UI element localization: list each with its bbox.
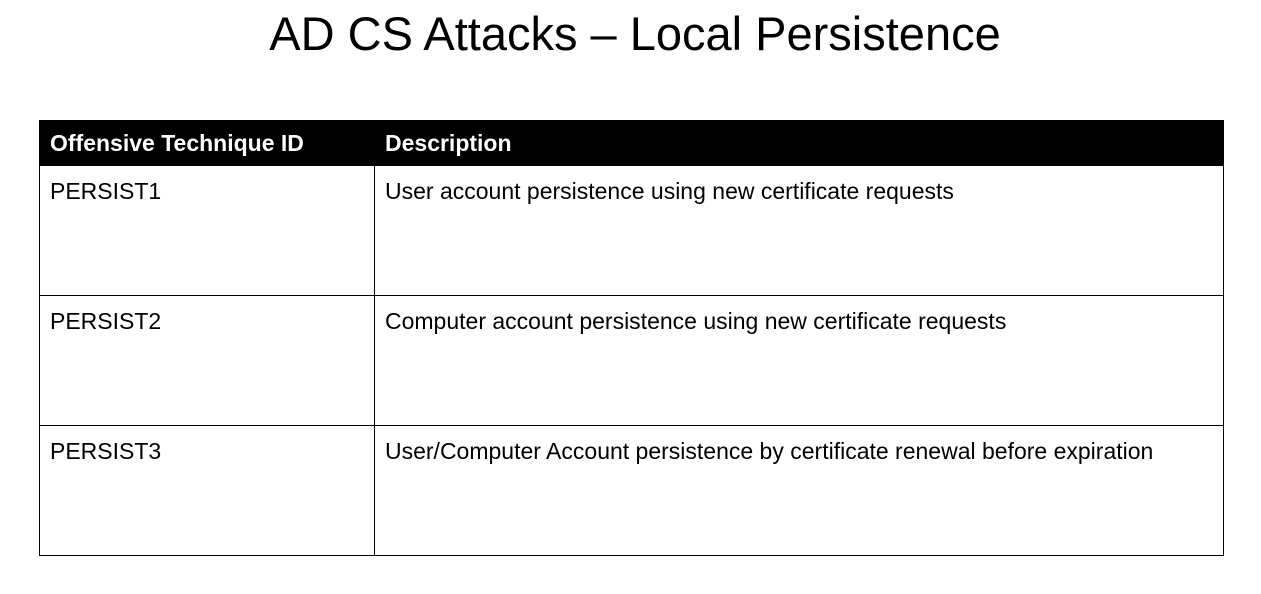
description-cell: User/Computer Account persistence by cer… — [374, 425, 1224, 556]
table-row: PERSIST1 User account persistence using … — [39, 165, 1224, 296]
technique-id-cell: PERSIST2 — [39, 295, 375, 426]
technique-id-cell: PERSIST3 — [39, 425, 375, 556]
technique-id-cell: PERSIST1 — [39, 165, 375, 296]
description-cell: Computer account persistence using new c… — [374, 295, 1224, 426]
header-technique-id: Offensive Technique ID — [39, 120, 375, 166]
header-description: Description — [374, 120, 1224, 166]
header-row: Offensive Technique ID Description — [39, 120, 1224, 166]
table-row: PERSIST2 Computer account persistence us… — [39, 295, 1224, 426]
technique-table-container: Offensive Technique ID Description PERSI… — [39, 120, 1224, 556]
table-header: Offensive Technique ID Description — [39, 120, 1224, 166]
slide-title: AD CS Attacks – Local Persistence — [269, 7, 1001, 60]
table-body: PERSIST1 User account persistence using … — [39, 165, 1224, 556]
table-row: PERSIST3 User/Computer Account persisten… — [39, 425, 1224, 556]
technique-table: Offensive Technique ID Description PERSI… — [39, 120, 1224, 556]
description-cell: User account persistence using new certi… — [374, 165, 1224, 296]
